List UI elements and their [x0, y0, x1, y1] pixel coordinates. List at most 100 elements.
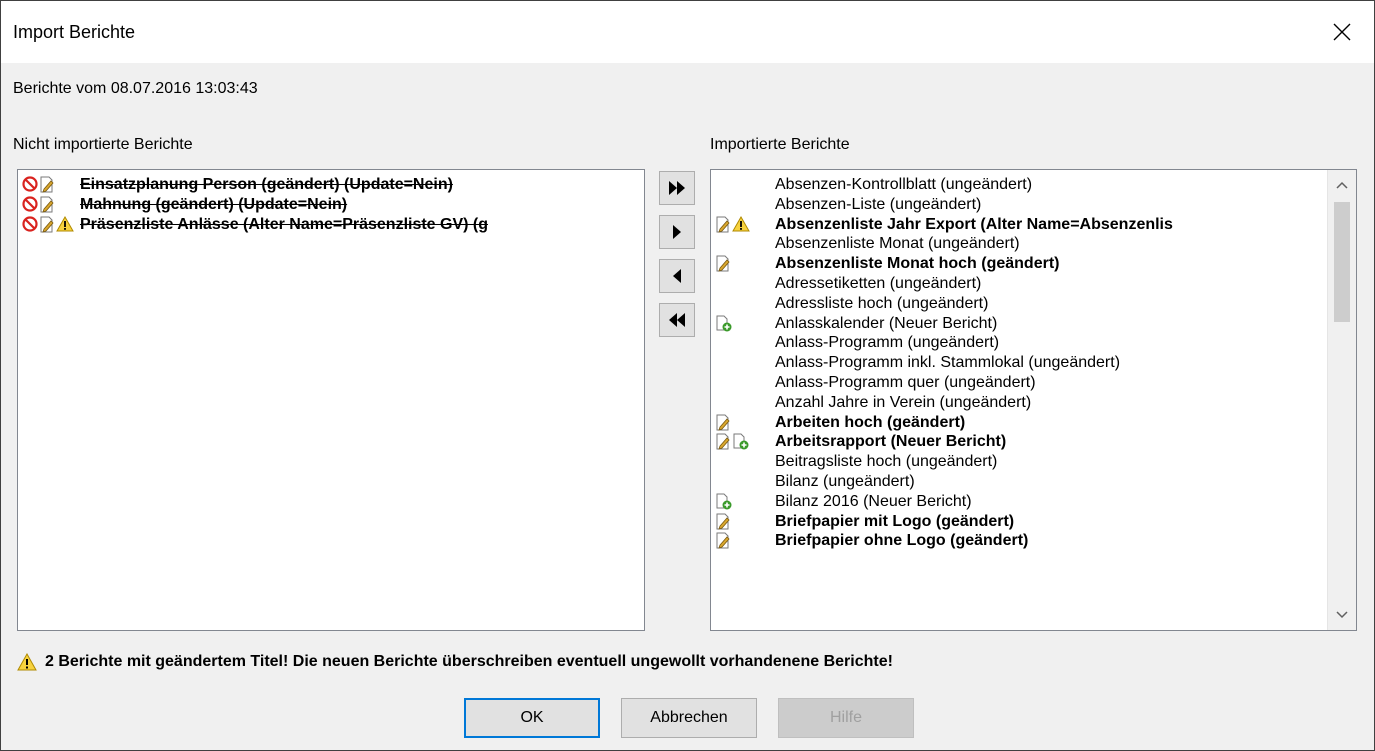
item-icons — [22, 215, 74, 234]
dialog-title: Import Berichte — [13, 22, 136, 42]
item-label: Absenzen-Liste (ungeändert) — [775, 195, 982, 213]
imported-list-scrollbar[interactable] — [1327, 170, 1356, 630]
import-dialog: Import Berichte Berichte vom 08.07.2016 … — [0, 0, 1375, 751]
item-label: Adressetiketten (ungeändert) — [775, 274, 982, 292]
no-entry-icon — [22, 176, 38, 194]
move-right-button[interactable] — [659, 215, 695, 249]
item-label: Anlass-Programm (ungeändert) — [775, 334, 1000, 352]
item-label: Briefpapier mit Logo (geändert) — [775, 512, 1015, 530]
arrow-left-icon — [673, 269, 681, 283]
item-label: Arbeitsrapport (Neuer Bericht) — [775, 433, 1007, 451]
item-label: Mahnung (geändert) (Update=Nein) — [80, 195, 348, 213]
imported-item[interactable]: Anzahl Jahre in Verein (ungeändert) — [711, 393, 1326, 413]
item-label: Einsatzplanung Person (geändert) (Update… — [80, 176, 453, 193]
warning-icon — [56, 215, 74, 234]
imported-item[interactable]: Anlass-Programm inkl. Stammlokal (ungeän… — [711, 353, 1326, 373]
imported-item[interactable]: Anlass-Programm (ungeändert) — [711, 333, 1326, 353]
scroll-down-button[interactable] — [1328, 600, 1356, 630]
item-label: Präsenzliste Anlässe (Alter Name=Präsenz… — [80, 215, 489, 233]
imported-item[interactable]: Absenzenliste Monat (ungeändert) — [711, 234, 1326, 254]
cancel-button[interactable]: Abbrechen — [621, 698, 757, 738]
imported-item[interactable]: Briefpapier mit Logo (geändert) — [711, 512, 1326, 532]
double-arrow-right-icon — [669, 181, 685, 195]
no-entry-icon — [22, 215, 38, 234]
item-icons — [715, 255, 731, 273]
imported-item[interactable]: Adressetiketten (ungeändert) — [711, 274, 1326, 294]
new-doc-icon — [732, 433, 749, 451]
item-icons — [715, 513, 731, 531]
item-label: Bilanz (ungeändert) — [775, 472, 915, 490]
close-icon — [1333, 23, 1351, 41]
imported-label: Importierte Berichte — [710, 136, 850, 153]
imported-item[interactable]: Anlass-Programm quer (ungeändert) — [711, 373, 1326, 393]
no-entry-icon — [22, 196, 38, 214]
imported-item[interactable]: Absenzenliste Jahr Export (Alter Name=Ab… — [711, 215, 1326, 235]
item-label: Absenzenliste Jahr Export (Alter Name=Ab… — [775, 215, 1173, 233]
warning-message: 2 Berichte mit geändertem Titel! Die neu… — [17, 651, 893, 673]
ok-button[interactable]: OK — [464, 698, 600, 738]
scroll-up-button[interactable] — [1328, 170, 1356, 200]
imported-item[interactable]: Absenzenliste Monat hoch (geändert) — [711, 254, 1326, 274]
chevron-up-icon — [1336, 181, 1348, 189]
item-icons — [715, 493, 732, 511]
edit-icon — [39, 196, 55, 214]
imported-item[interactable]: Absenzen-Liste (ungeändert) — [711, 195, 1326, 215]
warning-icon — [17, 653, 37, 671]
move-all-right-button[interactable] — [659, 171, 695, 205]
imported-item[interactable]: Arbeitsrapport (Neuer Bericht) — [711, 432, 1326, 452]
import-date-label: Berichte vom 08.07.2016 13:03:43 — [13, 80, 258, 97]
imported-item[interactable]: Bilanz (ungeändert) — [711, 472, 1326, 492]
arrow-right-icon — [673, 225, 681, 239]
edit-icon — [39, 176, 55, 194]
imported-item[interactable]: Arbeiten hoch (geändert) — [711, 413, 1326, 433]
not-imported-list[interactable]: Einsatzplanung Person (geändert) (Update… — [17, 169, 645, 631]
edit-icon — [715, 513, 731, 531]
item-icons — [715, 315, 732, 333]
item-label: Arbeiten hoch (geändert) — [775, 413, 966, 431]
new-doc-icon — [715, 493, 732, 511]
imported-list[interactable]: Absenzen-Kontrollblatt (ungeändert) Absen… — [710, 169, 1357, 631]
item-label: Absenzen-Kontrollblatt (ungeändert) — [775, 176, 1033, 193]
item-label: Absenzenliste Monat (ungeändert) — [775, 235, 1020, 253]
item-label: Beitragsliste hoch (ungeändert) — [775, 453, 998, 471]
edit-icon — [715, 433, 731, 451]
not-imported-item[interactable]: Mahnung (geändert) (Update=Nein) — [18, 195, 618, 215]
edit-icon — [715, 255, 731, 273]
not-imported-item[interactable]: Präsenzliste Anlässe (Alter Name=Präsenz… — [18, 215, 618, 235]
help-button[interactable]: Hilfe — [778, 698, 914, 738]
item-label: Anzahl Jahre in Verein (ungeändert) — [775, 393, 1032, 411]
not-imported-label: Nicht importierte Berichte — [13, 136, 193, 153]
imported-item[interactable]: Absenzen-Kontrollblatt (ungeändert) — [711, 175, 1326, 195]
item-icons — [715, 414, 731, 432]
item-label: Anlasskalender (Neuer Bericht) — [775, 314, 998, 332]
edit-icon — [715, 216, 731, 234]
imported-item[interactable]: Bilanz 2016 (Neuer Bericht) — [711, 492, 1326, 512]
edit-icon — [39, 216, 55, 234]
item-icons — [715, 532, 731, 550]
chevron-down-icon — [1336, 611, 1348, 619]
imported-item[interactable]: Anlasskalender (Neuer Bericht) — [711, 314, 1326, 334]
warning-text: 2 Berichte mit geändertem Titel! Die neu… — [45, 653, 893, 670]
item-label: Anlass-Programm inkl. Stammlokal (ungeän… — [775, 354, 1121, 372]
edit-icon — [715, 532, 731, 550]
item-label: Briefpapier ohne Logo (geändert) — [775, 532, 1029, 550]
imported-item[interactable]: Briefpapier ohne Logo (geändert) — [711, 531, 1326, 551]
scroll-thumb[interactable] — [1334, 202, 1350, 322]
title-bar: Import Berichte — [1, 1, 1374, 63]
move-left-button[interactable] — [659, 259, 695, 293]
edit-icon — [715, 414, 731, 432]
item-icons — [715, 433, 749, 451]
item-label: Absenzenliste Monat hoch (geändert) — [775, 255, 1060, 273]
close-button[interactable] — [1310, 1, 1374, 63]
double-arrow-left-icon — [669, 313, 685, 327]
imported-item[interactable]: Beitragsliste hoch (ungeändert) — [711, 452, 1326, 472]
item-label: Anlass-Programm quer (ungeändert) — [775, 373, 1036, 391]
item-label: Bilanz 2016 (Neuer Bericht) — [775, 492, 972, 510]
new-doc-icon — [715, 315, 732, 333]
warning-icon — [732, 215, 750, 234]
item-label: Adressliste hoch (ungeändert) — [775, 294, 989, 312]
not-imported-item[interactable]: Einsatzplanung Person (geändert) (Update… — [18, 175, 618, 195]
item-icons — [22, 176, 55, 194]
move-all-left-button[interactable] — [659, 303, 695, 337]
imported-item[interactable]: Adressliste hoch (ungeändert) — [711, 294, 1326, 314]
